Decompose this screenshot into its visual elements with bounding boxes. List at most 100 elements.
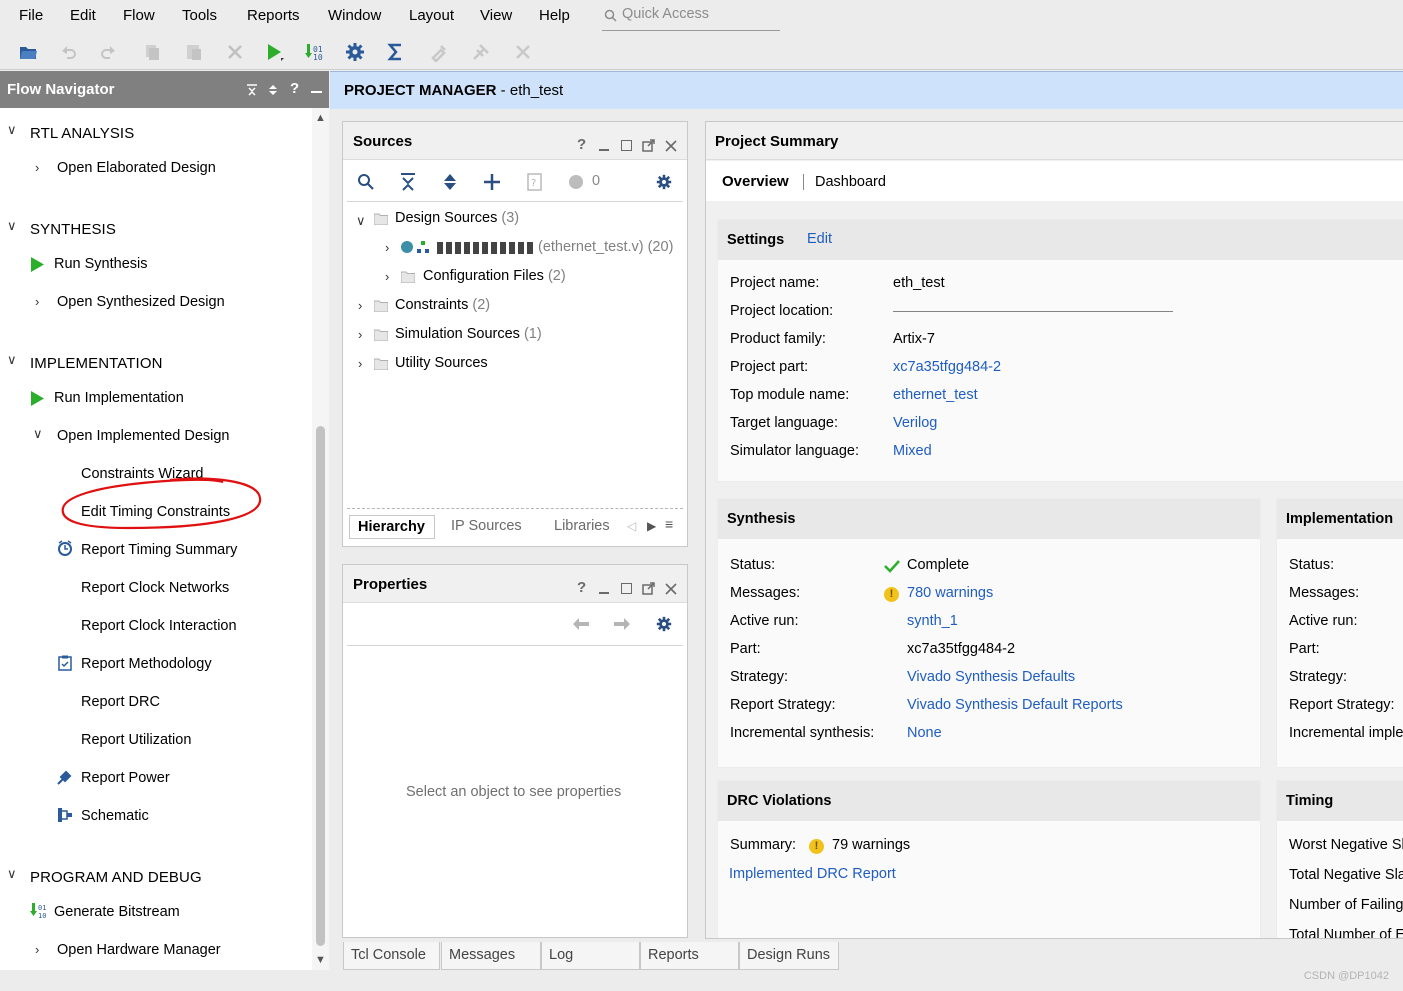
chevron-right-icon[interactable]: › xyxy=(35,942,39,957)
chevron-right-icon[interactable]: › xyxy=(385,240,389,255)
cancel-disabled-icon[interactable] xyxy=(513,42,533,62)
sigma-report-icon[interactable] xyxy=(386,42,406,62)
collapse-all-icon[interactable] xyxy=(400,173,416,191)
tab-ip-sources[interactable]: IP Sources xyxy=(451,518,522,534)
copy-icon[interactable] xyxy=(142,42,162,62)
chevron-down-icon[interactable]: ∨ xyxy=(7,866,17,882)
debug-disabled-icon[interactable] xyxy=(429,42,449,62)
open-implemented-design[interactable]: Open Implemented Design xyxy=(57,428,230,444)
chevron-down-icon[interactable]: ∨ xyxy=(7,218,17,234)
close-icon[interactable] xyxy=(665,140,677,152)
run-icon[interactable] xyxy=(264,42,284,62)
float-window-icon[interactable] xyxy=(642,582,655,595)
delete-icon[interactable] xyxy=(225,42,245,62)
expand-all-icon[interactable] xyxy=(267,84,279,96)
back-arrow-icon[interactable] xyxy=(573,618,589,630)
generate-bitstream[interactable]: Generate Bitstream xyxy=(54,904,180,920)
settings-edit-link[interactable]: Edit xyxy=(807,231,832,247)
open-project-icon[interactable] xyxy=(18,42,38,62)
scrollbar-thumb[interactable] xyxy=(316,426,325,946)
ethernet-test-file[interactable]: (ethernet_test.v) (20) xyxy=(538,239,673,255)
menu-file[interactable]: File xyxy=(19,7,43,24)
menu-view[interactable]: View xyxy=(480,7,512,24)
report-clock-networks[interactable]: Report Clock Networks xyxy=(81,580,229,596)
maximize-icon[interactable] xyxy=(621,583,632,594)
report-utilization[interactable]: Report Utilization xyxy=(81,732,191,748)
simulation-sources-node[interactable]: Simulation Sources (1) xyxy=(395,326,542,342)
tab-hierarchy[interactable]: Hierarchy xyxy=(349,515,435,539)
section-synthesis[interactable]: SYNTHESIS xyxy=(30,221,116,238)
paste-icon[interactable] xyxy=(184,42,204,62)
value-target-language[interactable]: Verilog xyxy=(893,415,937,431)
tab-scroll-left-icon[interactable]: ◁ xyxy=(627,519,636,533)
report-power[interactable]: Report Power xyxy=(81,770,170,786)
section-program-and-debug[interactable]: PROGRAM AND DEBUG xyxy=(30,869,202,886)
chevron-right-icon[interactable]: › xyxy=(358,356,362,371)
tab-dashboard[interactable]: Dashboard xyxy=(815,174,886,190)
report-drc[interactable]: Report DRC xyxy=(81,694,160,710)
schematic[interactable]: Schematic xyxy=(81,808,149,824)
menu-flow[interactable]: Flow xyxy=(123,7,155,24)
value-synth-report-strategy[interactable]: Vivado Synthesis Default Reports xyxy=(907,697,1123,713)
menu-edit[interactable]: Edit xyxy=(70,7,96,24)
chevron-right-icon[interactable]: › xyxy=(358,327,362,342)
configuration-files-node[interactable]: Configuration Files (2) xyxy=(423,268,566,284)
chevron-right-icon[interactable]: › xyxy=(35,160,39,175)
report-clock-interaction[interactable]: Report Clock Interaction xyxy=(81,618,237,634)
float-window-icon[interactable] xyxy=(642,139,655,152)
maximize-icon[interactable] xyxy=(621,140,632,151)
tab-messages[interactable]: Messages xyxy=(441,942,541,970)
tab-overview[interactable]: Overview xyxy=(722,173,789,190)
value-synth-active-run[interactable]: synth_1 xyxy=(907,613,958,629)
section-rtl-analysis[interactable]: RTL ANALYSIS xyxy=(30,125,134,142)
menu-tools[interactable]: Tools xyxy=(182,7,217,24)
report-timing-summary[interactable]: Report Timing Summary xyxy=(81,542,237,558)
minimize-icon[interactable] xyxy=(599,592,609,594)
settings-gear-icon[interactable] xyxy=(656,616,672,632)
scroll-down-icon[interactable]: ▼ xyxy=(315,954,326,966)
open-synthesized-design[interactable]: Open Synthesized Design xyxy=(57,294,225,310)
tab-menu-icon[interactable]: ≡ xyxy=(665,516,673,532)
probe-disabled-icon[interactable] xyxy=(471,42,491,62)
menu-help[interactable]: Help xyxy=(539,7,570,24)
chevron-down-icon[interactable]: ∨ xyxy=(7,352,17,368)
tab-log[interactable]: Log xyxy=(541,942,640,970)
undo-icon[interactable] xyxy=(58,42,78,62)
value-simulator-language[interactable]: Mixed xyxy=(893,443,932,459)
value-synth-incremental[interactable]: None xyxy=(907,725,942,741)
tab-tcl-console[interactable]: Tcl Console xyxy=(343,942,440,970)
chevron-down-icon[interactable]: ∨ xyxy=(33,426,43,442)
generate-bitstream-icon[interactable]: 0110 xyxy=(304,42,324,62)
tab-libraries[interactable]: Libraries xyxy=(554,518,610,534)
close-icon[interactable] xyxy=(665,583,677,595)
chevron-right-icon[interactable]: › xyxy=(358,298,362,313)
implemented-drc-report-link[interactable]: Implemented DRC Report xyxy=(729,866,896,882)
chevron-right-icon[interactable]: › xyxy=(35,294,39,309)
source-properties-icon[interactable]: ? xyxy=(527,173,543,191)
value-project-part[interactable]: xc7a35tfgg484-2 xyxy=(893,359,1001,375)
open-hardware-manager[interactable]: Open Hardware Manager xyxy=(57,942,221,958)
minimize-icon[interactable] xyxy=(311,91,322,93)
value-synth-messages[interactable]: 780 warnings xyxy=(907,585,993,601)
constraints-node[interactable]: Constraints (2) xyxy=(395,297,490,313)
utility-sources-node[interactable]: Utility Sources xyxy=(395,355,488,371)
scroll-up-icon[interactable]: ▲ xyxy=(315,112,326,124)
design-sources-node[interactable]: Design Sources (3) xyxy=(395,210,519,226)
help-icon[interactable]: ? xyxy=(290,80,299,97)
run-implementation[interactable]: Run Implementation xyxy=(54,390,184,406)
redo-icon[interactable] xyxy=(99,42,119,62)
settings-gear-icon[interactable] xyxy=(345,42,365,62)
tab-reports[interactable]: Reports xyxy=(640,942,739,970)
expand-all-icon[interactable] xyxy=(442,173,458,191)
chevron-down-icon[interactable]: ∨ xyxy=(7,122,17,138)
value-top-module[interactable]: ethernet_test xyxy=(893,387,978,403)
settings-gear-icon[interactable] xyxy=(656,174,672,190)
chevron-right-icon[interactable]: › xyxy=(385,269,389,284)
open-elaborated-design[interactable]: Open Elaborated Design xyxy=(57,160,216,176)
flow-navigator-scrollbar[interactable]: ▲ ▼ xyxy=(312,108,329,970)
minimize-icon[interactable] xyxy=(599,149,609,151)
menu-window[interactable]: Window xyxy=(328,7,381,24)
search-icon[interactable] xyxy=(357,173,375,191)
add-source-icon[interactable] xyxy=(483,173,501,191)
tab-design-runs[interactable]: Design Runs xyxy=(739,942,839,970)
